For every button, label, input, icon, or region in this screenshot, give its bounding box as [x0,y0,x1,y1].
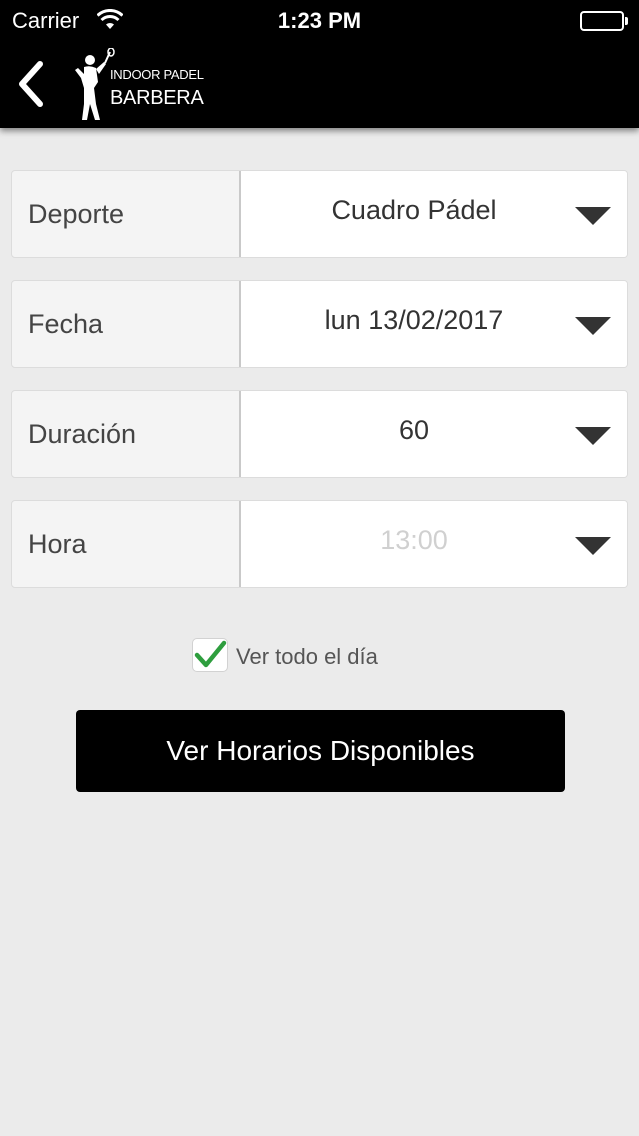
logo-text-top: INDOOR PADEL [110,67,204,82]
dropdown-arrow-icon [575,207,611,225]
deporte-select[interactable]: Cuadro Pádel [241,171,627,257]
back-button[interactable] [12,58,52,112]
status-time: 1:23 PM [277,8,362,33]
dropdown-arrow-icon [575,317,611,335]
hora-label: Hora [28,529,87,559]
hora-value: 13:00 [380,525,448,555]
hora-select[interactable]: 13:00 [241,501,627,587]
checkmark-icon [194,640,227,668]
show-all-day-checkbox[interactable] [192,638,228,672]
chevron-left-icon [19,61,43,107]
fecha-value: lun 13/02/2017 [324,305,504,335]
duracion-value: 60 [398,415,430,445]
deporte-value: Cuadro Pádel [331,195,497,225]
battery-tip [625,17,628,25]
status-bar: Carrier 1:23 PM [0,0,639,40]
form-row-fecha: Fecha lun 13/02/2017 [11,280,628,368]
form-row-hora: Hora 13:00 [11,500,628,588]
show-all-day-label: Ver todo el día [236,644,378,669]
dropdown-arrow-icon [575,537,611,555]
duracion-select[interactable]: 60 [241,391,627,477]
view-available-times-button[interactable]: Ver Horarios Disponibles [76,710,565,792]
logo-text-bottom: BARBERA [110,87,204,109]
duracion-label: Duración [28,419,137,449]
fecha-select[interactable]: lun 13/02/2017 [241,281,627,367]
fecha-label: Fecha [28,309,104,339]
deporte-label: Deporte [28,199,125,229]
battery-icon [580,11,624,31]
form-row-deporte: Deporte Cuadro Pádel [11,170,628,258]
form-row-duracion: Duración 60 [11,390,628,478]
nav-bar: INDOOR PADEL BARBERA [0,40,639,128]
dropdown-arrow-icon [575,427,611,445]
